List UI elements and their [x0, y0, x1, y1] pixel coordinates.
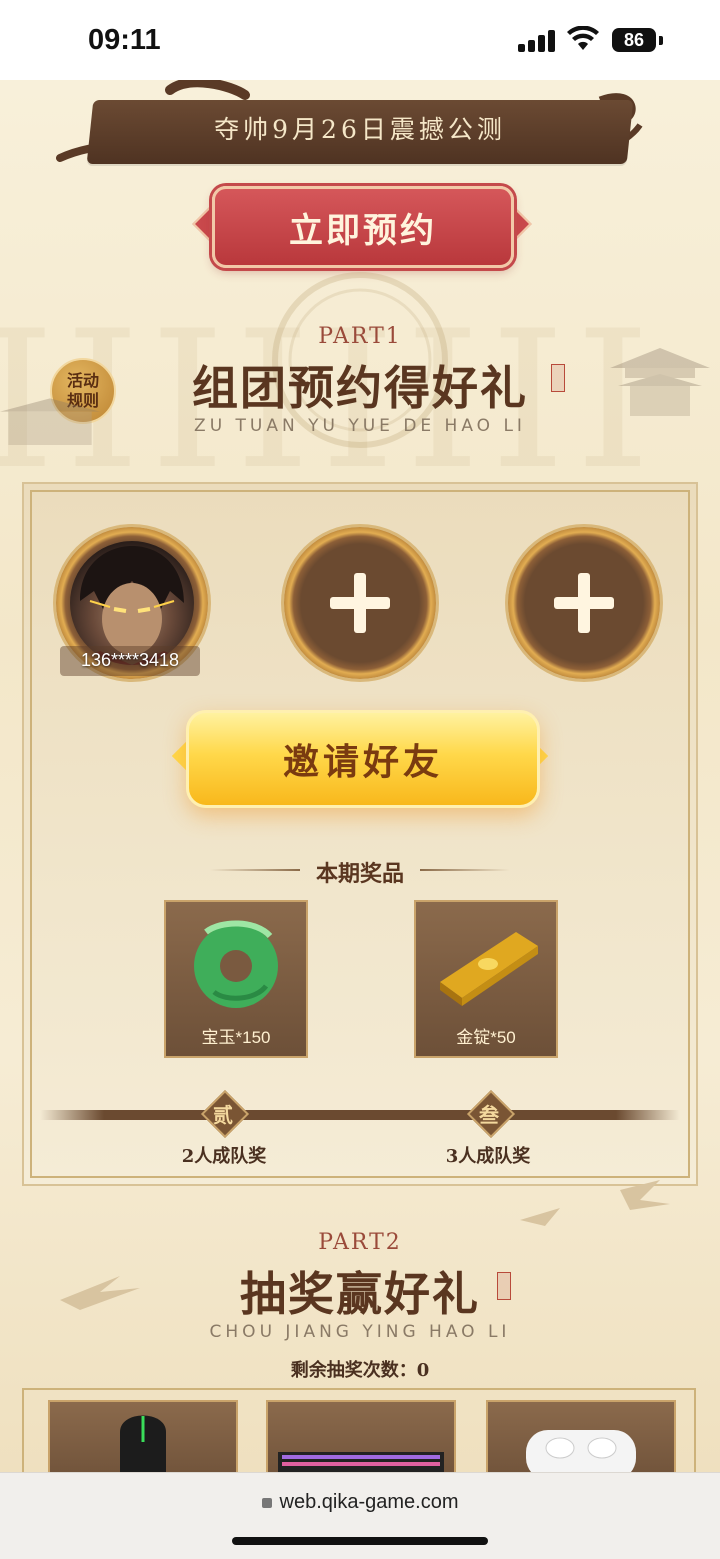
wifi-icon [567, 26, 599, 50]
url-display[interactable]: web.qika-game.com [0, 1491, 720, 1514]
part2-label: PART2 [318, 1230, 402, 1255]
tier-label: 3人成队奖 [445, 1146, 531, 1167]
invite-slot-2[interactable] [284, 527, 436, 679]
browser-url-bar[interactable]: web.qika-game.com [0, 1472, 720, 1559]
plus-icon [554, 573, 614, 633]
gaming-mouse-icon [120, 1415, 166, 1472]
prize-card-gold: 金锭*50 [414, 900, 558, 1058]
lock-icon [261, 1498, 272, 1508]
prize-label: 金锭*50 [456, 1028, 516, 1047]
home-indicator[interactable] [232, 1537, 488, 1545]
member-phone-number: 136****3418 [80, 650, 180, 670]
url-text: web.qika-game.com [279, 1491, 459, 1513]
part2-title: 抽奖赢好礼 [240, 1267, 480, 1321]
pavilion-illustration [610, 348, 710, 416]
jade-icon [194, 920, 278, 1008]
prize-label: 宝玉*150 [201, 1028, 271, 1047]
status-bar: 09:11 86 [0, 0, 720, 80]
red-seal-icon [551, 364, 565, 392]
launch-banner-text: 夺帅9月26日震撼公测 [214, 115, 506, 144]
invite-friends-button[interactable]: 邀请好友 [186, 710, 540, 808]
tier-label: 2人成队奖 [181, 1146, 267, 1167]
reserve-now-button[interactable]: 立即预约 [212, 186, 514, 268]
keyboard-icon [278, 1452, 444, 1472]
tier-progress-bar [40, 1110, 680, 1120]
part1-subtitle: ZU TUAN YU YUE DE HAO LI [194, 416, 526, 436]
tier-char: 叁 [479, 1103, 499, 1127]
plus-icon [330, 573, 390, 633]
red-seal-icon [497, 1272, 511, 1300]
remaining-draws: 剩余抽奖次数：0 [290, 1360, 430, 1381]
part2-subtitle: CHOU JIANG YING HAO LI [209, 1322, 511, 1342]
gold-ingot-icon [440, 932, 538, 1006]
prize-card-jade: 宝玉*150 [164, 900, 308, 1058]
status-time: 09:11 [88, 24, 161, 56]
cellular-signal-icon [518, 30, 558, 52]
invite-slot-3[interactable] [508, 527, 660, 679]
prizes-title: 本期奖品 [315, 861, 404, 887]
battery-cap [659, 36, 663, 45]
earbuds-icon [526, 1430, 636, 1480]
rooftop-illustration [0, 398, 100, 445]
battery-icon: 86 [612, 28, 656, 52]
tier-char: 贰 [213, 1103, 233, 1127]
divider-right [420, 869, 510, 871]
